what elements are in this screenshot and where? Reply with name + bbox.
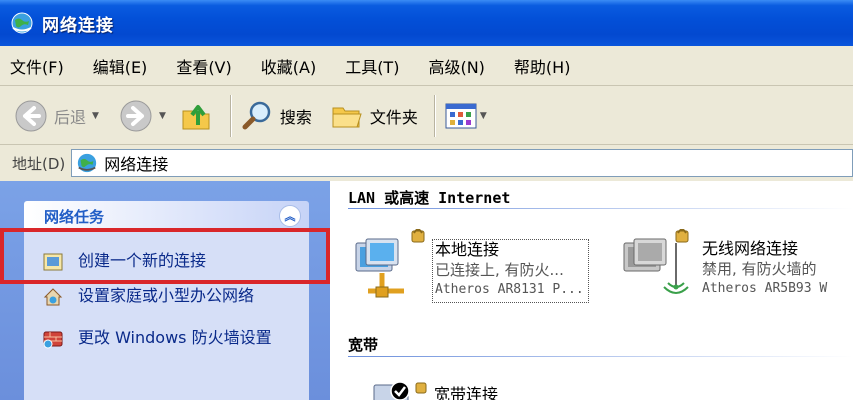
group-divider xyxy=(348,208,853,209)
search-button[interactable]: 搜索 xyxy=(240,94,312,138)
connection-status: 禁用, 有防火墙的 xyxy=(702,260,817,278)
search-icon xyxy=(242,101,271,129)
task-firewall-settings[interactable]: 更改 Windows 防火墙设置 xyxy=(42,328,278,350)
menu-file[interactable]: 文件(F) xyxy=(10,54,64,78)
connection-device: Atheros AR8131 P... xyxy=(435,282,584,297)
connection-broadband[interactable]: 宽带连接 xyxy=(370,381,498,400)
toolbar-separator xyxy=(229,94,232,137)
folders-label: 文件夹 xyxy=(369,107,418,127)
collapse-chevron-icon[interactable]: ︽ xyxy=(279,205,301,227)
back-label: 后退 xyxy=(54,107,87,127)
menu-advanced[interactable]: 高级(N) xyxy=(428,54,484,78)
back-button[interactable]: 后退 ▼ xyxy=(14,94,99,138)
connection-name: 无线网络连接 xyxy=(702,239,799,258)
address-input[interactable]: 网络连接 xyxy=(71,149,853,177)
address-bar: 地址(D) 网络连接 xyxy=(0,146,853,180)
wireless-connection-icon xyxy=(623,229,689,294)
title-bar[interactable]: 网络连接 xyxy=(0,0,853,46)
forward-arrow-icon xyxy=(120,100,152,131)
forward-button[interactable]: ▼ xyxy=(119,94,166,138)
toolbar: 后退 ▼ ▼ 搜索 文件夹 ▼ xyxy=(0,87,853,145)
home-network-icon xyxy=(43,288,63,306)
connection-status: 已连接上, 有防火... xyxy=(435,261,564,279)
menu-help[interactable]: 帮助(H) xyxy=(514,54,571,78)
menu-edit[interactable]: 编辑(E) xyxy=(93,54,148,78)
menu-favorites[interactable]: 收藏(A) xyxy=(261,54,316,78)
views-dropdown-icon[interactable]: ▼ xyxy=(480,111,487,121)
folders-button[interactable]: 文件夹 xyxy=(330,94,418,138)
connection-wireless[interactable]: 无线网络连接 禁用, 有防火墙的 Atheros AR5B93 W xyxy=(620,229,827,305)
up-folder-icon xyxy=(182,104,210,129)
address-label: 地址(D) xyxy=(12,154,66,173)
group-title-lan: LAN 或高速 Internet xyxy=(348,189,511,207)
connection-local-area[interactable]: 本地连接 已连接上, 有防火... Atheros AR8131 P... xyxy=(352,229,589,305)
search-label: 搜索 xyxy=(279,107,312,127)
views-grid-icon xyxy=(445,103,477,128)
connection-name: 宽带连接 xyxy=(434,385,499,400)
connections-pane: LAN 或高速 Internet 本地连接 已连接上, 有防火... Ather… xyxy=(330,181,853,400)
task-pane: 网络任务 ︽ 创建一个新的连接 设置家庭或小型办公网络 更改 Windows 防… xyxy=(0,181,330,400)
group-divider xyxy=(348,356,853,357)
network-tasks-title: 网络任务 xyxy=(44,207,105,226)
toolbar-separator xyxy=(433,94,436,137)
network-tasks-header[interactable]: 网络任务 ︽ xyxy=(24,201,309,231)
network-globe-icon xyxy=(11,12,33,34)
task-label: 设置家庭或小型办公网络 xyxy=(78,286,255,305)
window-title: 网络连接 xyxy=(42,15,114,36)
lan-connection-icon xyxy=(355,229,425,298)
task-home-network[interactable]: 设置家庭或小型办公网络 xyxy=(42,286,278,308)
connection-details: 本地连接 已连接上, 有防火... Atheros AR8131 P... xyxy=(432,239,589,303)
network-globe-icon xyxy=(78,153,97,173)
back-arrow-icon xyxy=(15,100,47,131)
connection-name: 本地连接 xyxy=(435,240,500,259)
menu-bar: 文件(F) 编辑(E) 查看(V) 收藏(A) 工具(T) 高级(N) 帮助(H… xyxy=(0,46,853,86)
firewall-icon xyxy=(43,331,63,349)
highlight-annotation-box xyxy=(0,228,330,284)
up-folder-button[interactable] xyxy=(180,94,214,138)
folder-icon xyxy=(332,107,362,127)
group-title-broadband: 宽带 xyxy=(348,336,379,354)
connection-device: Atheros AR5B93 W xyxy=(702,281,828,296)
back-dropdown-icon[interactable]: ▼ xyxy=(92,111,99,121)
address-value: 网络连接 xyxy=(104,155,169,174)
views-button[interactable]: ▼ xyxy=(444,94,487,138)
broadband-connection-icon xyxy=(373,381,427,400)
forward-dropdown-icon[interactable]: ▼ xyxy=(159,111,166,121)
menu-view[interactable]: 查看(V) xyxy=(176,54,231,78)
task-label: 更改 Windows 防火墙设置 xyxy=(78,328,272,347)
menu-tools[interactable]: 工具(T) xyxy=(345,54,399,78)
